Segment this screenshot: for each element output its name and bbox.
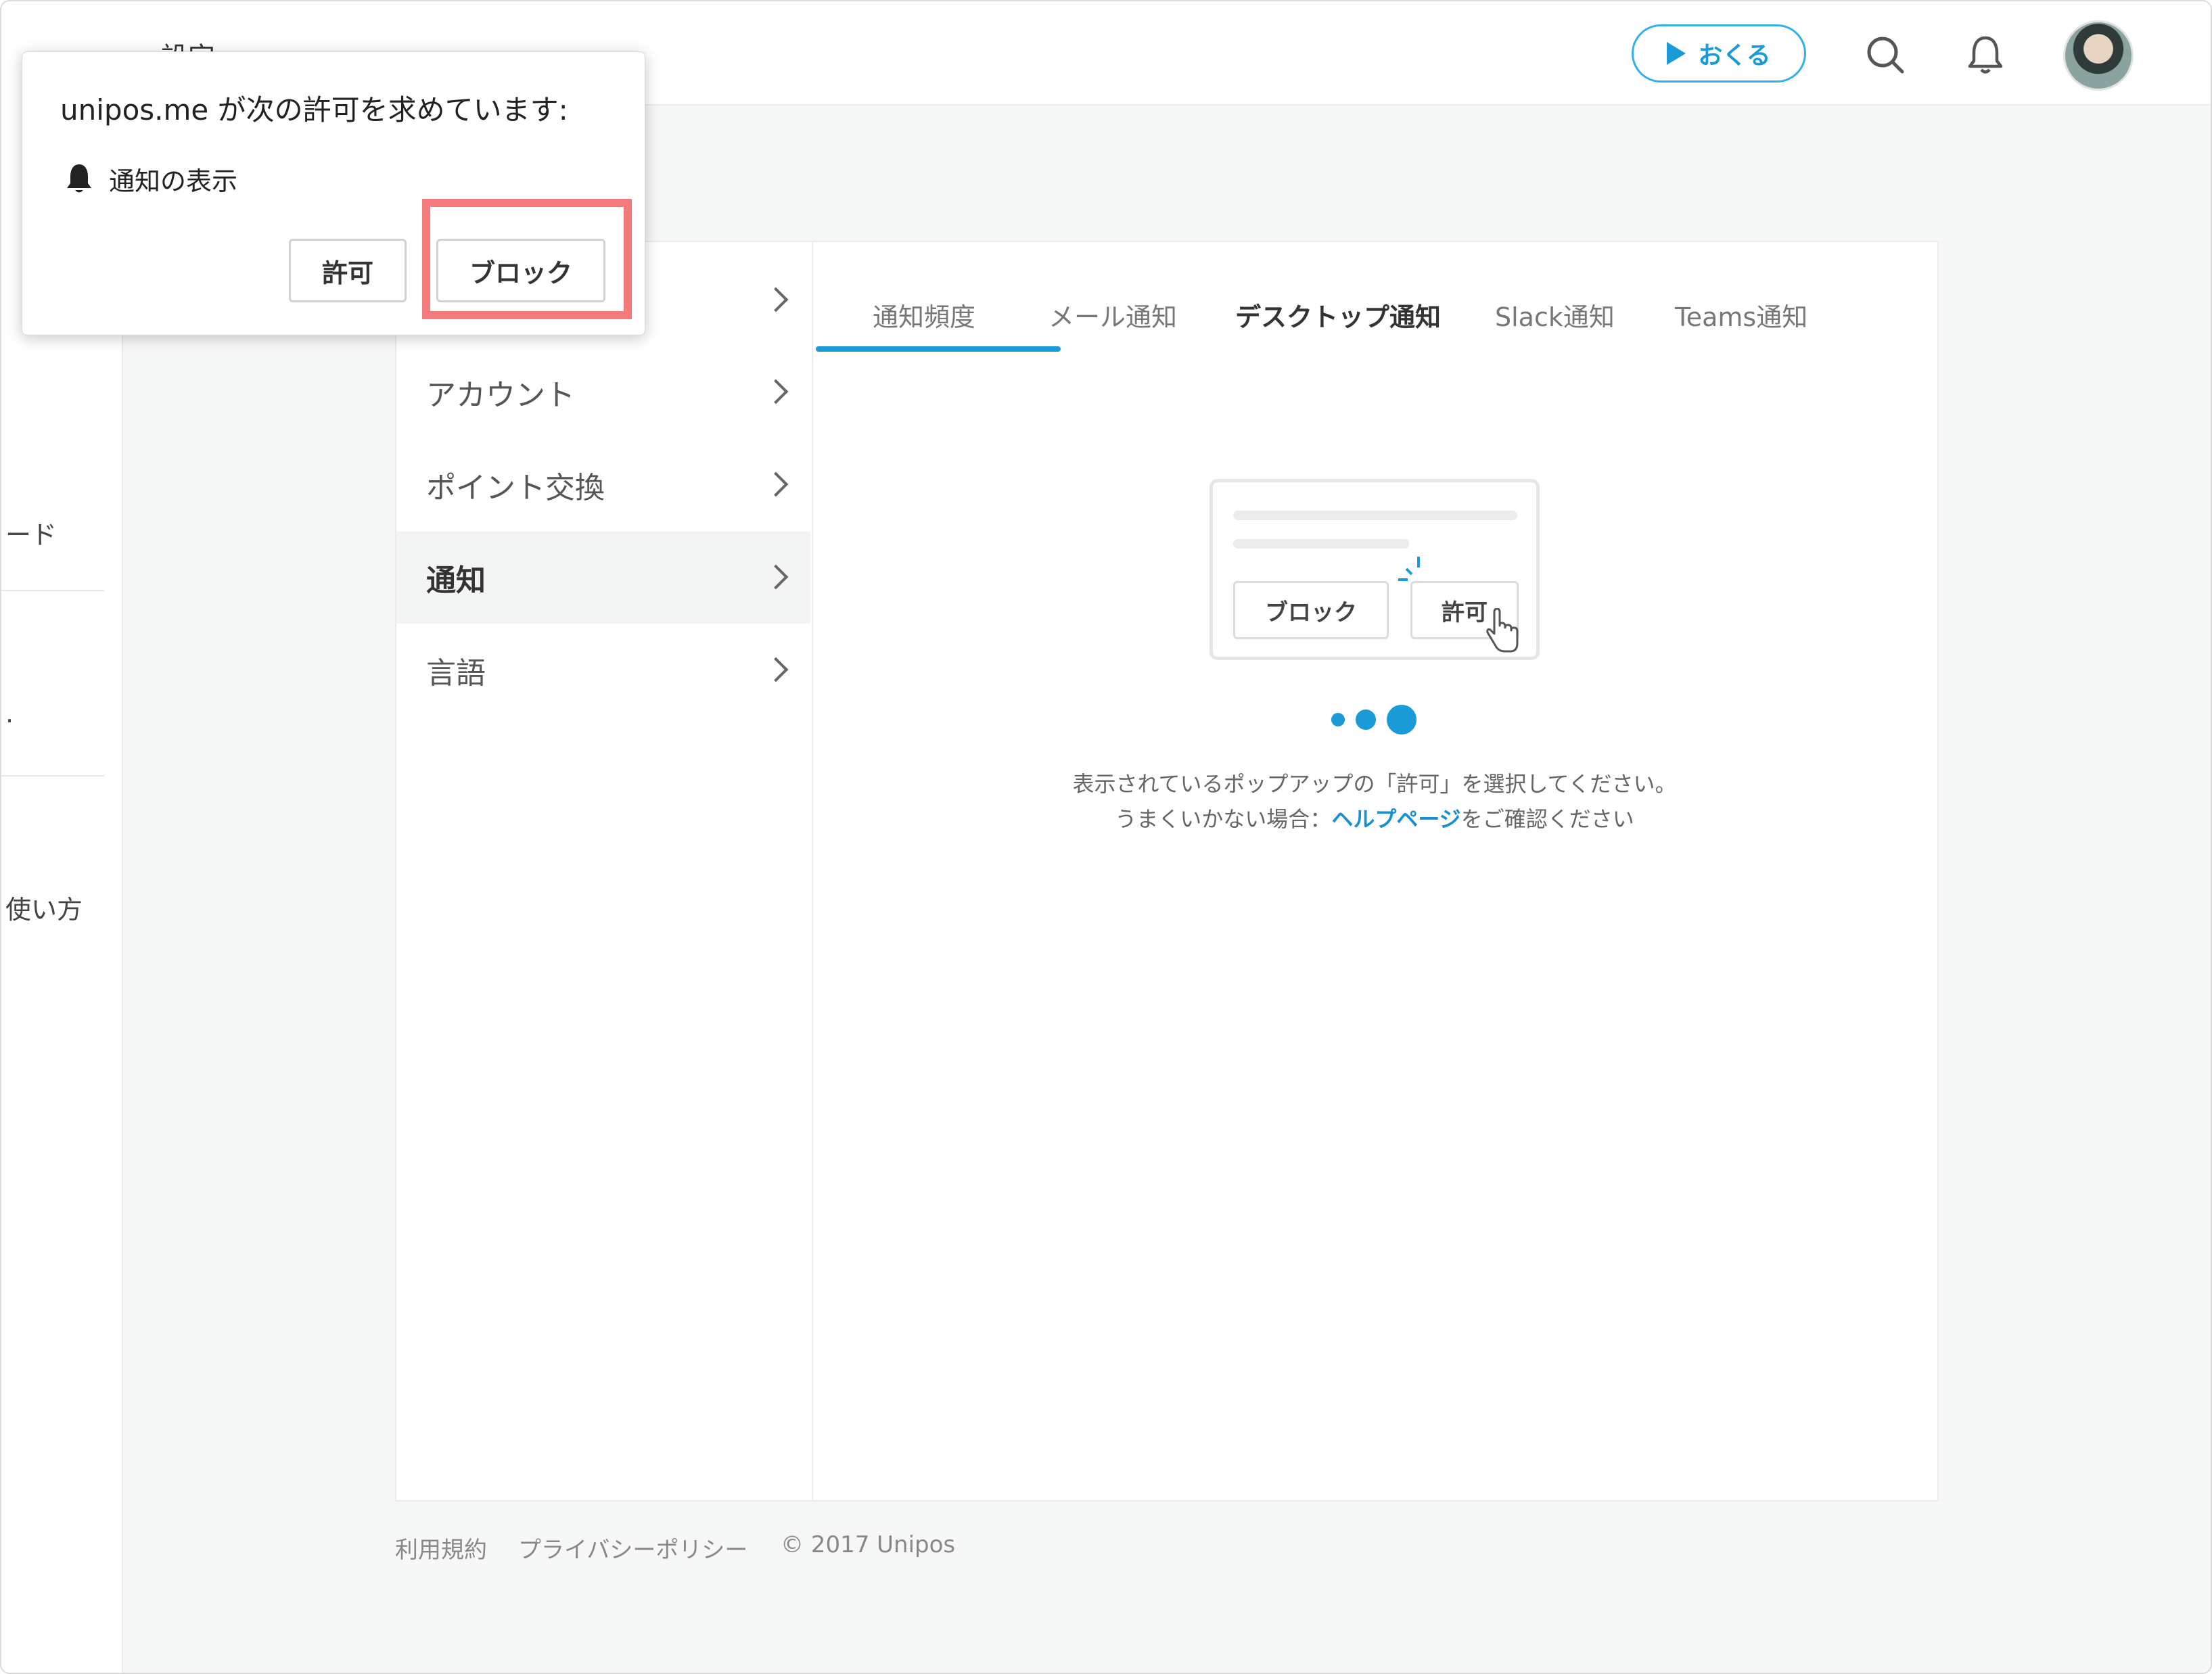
tab-desktop[interactable]: デスクトップ通知 xyxy=(1235,296,1441,333)
settings-menu-item-account[interactable]: アカウント xyxy=(396,346,810,438)
bell-icon xyxy=(67,164,91,192)
left-nav-item-2[interactable]: · xyxy=(5,706,14,736)
hand-cursor-icon xyxy=(1486,608,1519,653)
help-text: うまくいかない場合：ヘルプページをご確認ください xyxy=(948,802,1801,833)
chevron-right-icon xyxy=(763,471,789,497)
chevron-right-icon xyxy=(763,379,789,404)
permission-label: 通知の表示 xyxy=(109,166,238,196)
send-icon xyxy=(1667,42,1686,65)
footer-copyright: © 2017 Unipos xyxy=(781,1531,956,1558)
notification-permission-popup: unipos.me が次の許可を求めています: 通知の表示 許可 ブロック xyxy=(22,51,645,335)
send-button-label: おくる xyxy=(1698,42,1771,70)
chevron-right-icon xyxy=(763,657,789,682)
loading-dots xyxy=(1331,702,1419,735)
app-window: 設定 おくる ード · 使い方 設 アカウント xyxy=(0,0,2212,1674)
notification-tabs: 通知頻度 メール通知 デスクトップ通知 Slack通知 Teams通知 xyxy=(812,242,1937,357)
settings-card: アカウント ポイント交換 通知 言語 通知頻度 メール通知 デスクトップ通知 S… xyxy=(395,241,1939,1502)
left-nav-item-1[interactable]: ード xyxy=(5,514,57,551)
instruction-text: 表示されているポップアップの「許可」を選択してください。 xyxy=(1072,771,1677,797)
tab-teams[interactable]: Teams通知 xyxy=(1675,296,1807,333)
click-spark-icon xyxy=(1398,557,1420,581)
left-nav-divider xyxy=(1,775,104,776)
settings-menu: アカウント ポイント交換 通知 言語 xyxy=(396,242,813,1500)
settings-menu-item-language[interactable]: 言語 xyxy=(396,624,810,716)
menu-item-label: 通知 xyxy=(426,563,486,598)
permission-row: 通知の表示 xyxy=(64,160,237,197)
illustration-block-button: ブロック xyxy=(1233,581,1389,639)
user-avatar[interactable] xyxy=(2063,20,2134,91)
settings-menu-item-notification[interactable]: 通知 xyxy=(396,532,810,624)
help-prefix: うまくいかない場合： xyxy=(1115,806,1332,832)
tab-email[interactable]: メール通知 xyxy=(1049,296,1177,333)
placeholder-line xyxy=(1233,539,1409,549)
menu-item-label: アカウント xyxy=(426,378,575,413)
search-icon[interactable] xyxy=(1862,31,1909,78)
tab-slack[interactable]: Slack通知 xyxy=(1495,296,1615,333)
permission-illustration: ブロック 許可 xyxy=(1209,479,1540,660)
help-suffix: をご確認ください xyxy=(1460,806,1634,832)
menu-item-label: ポイント交換 xyxy=(426,471,605,505)
menu-item-label: 言語 xyxy=(426,656,486,691)
left-nav-divider xyxy=(1,590,104,591)
chevron-right-icon xyxy=(763,287,789,312)
chevron-right-icon xyxy=(763,564,789,590)
block-button[interactable]: ブロック xyxy=(436,239,605,302)
placeholder-line xyxy=(1233,511,1517,520)
footer-privacy-link[interactable]: プライバシーポリシー xyxy=(518,1531,747,1564)
send-button[interactable]: おくる xyxy=(1632,24,1806,83)
allow-button[interactable]: 許可 xyxy=(289,239,407,302)
active-tab-indicator xyxy=(816,346,1061,352)
footer-terms-link[interactable]: 利用規約 xyxy=(395,1531,487,1564)
bell-icon[interactable] xyxy=(1962,31,2009,78)
settings-menu-item-points[interactable]: ポイント交換 xyxy=(396,439,810,531)
popup-title: unipos.me が次の許可を求めています: xyxy=(60,93,568,126)
left-navigation: ード · 使い方 xyxy=(1,104,123,1673)
tab-frequency[interactable]: 通知頻度 xyxy=(873,296,975,333)
left-nav-item-3[interactable]: 使い方 xyxy=(5,889,83,926)
help-page-link[interactable]: ヘルプページ xyxy=(1331,806,1460,832)
